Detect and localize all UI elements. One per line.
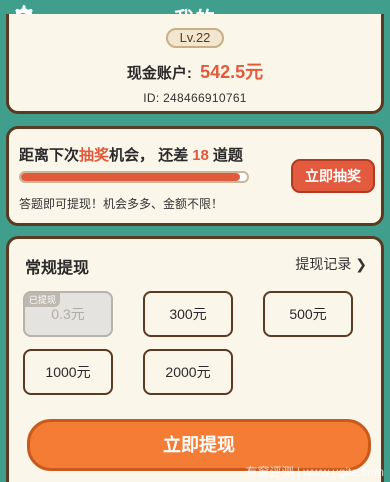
lottery-progress-fill <box>21 173 241 181</box>
lottery-hint: 答题即可提现！机会多多、金额不限！ <box>19 197 224 211</box>
withdraw-option-label: 300元 <box>169 306 207 322</box>
withdraw-option-4[interactable]: 2000元 <box>143 349 233 395</box>
withdraw-option-label: 0.3元 <box>51 306 85 322</box>
withdraw-record-label: 提现记录 <box>295 256 352 272</box>
withdraw-card: 常规提现 提现记录 ❯ 已提现 0.3元 300元 500元 1000元 200… <box>6 236 384 482</box>
lottery-progress-bar <box>19 171 249 183</box>
withdraw-title: 常规提现 <box>25 260 90 277</box>
lottery-button[interactable]: 立即抽奖 <box>291 159 375 193</box>
withdrawn-tag: 已提现 <box>25 293 61 307</box>
balance-label: 现金账户: <box>126 65 192 82</box>
lottery-text-mid: 机会， 还差 <box>109 147 189 164</box>
user-id: ID: 248466910761 <box>143 91 247 105</box>
watermark: 有窗评测 | www.ugite.com <box>245 465 384 479</box>
chevron-right-icon: ❯ <box>351 256 367 272</box>
withdraw-option-1[interactable]: 300元 <box>143 291 233 337</box>
lottery-progress-text: 距离下次抽奖机会， 还差 18 道题 <box>19 144 243 165</box>
lottery-text-highlight: 抽奖 <box>79 147 110 164</box>
lottery-text-post: 道题 <box>212 147 243 164</box>
withdraw-option-0[interactable]: 已提现 0.3元 <box>23 291 113 337</box>
withdraw-option-label: 1000元 <box>45 364 91 380</box>
withdraw-record-link[interactable]: 提现记录 ❯ <box>295 254 367 274</box>
withdraw-option-3[interactable]: 1000元 <box>23 349 113 395</box>
level-badge: Lv.22 <box>166 28 224 48</box>
lottery-remaining-count: 18 <box>192 147 209 164</box>
withdraw-option-label: 500元 <box>289 306 327 322</box>
balance-amount: 542.5元 <box>200 62 264 82</box>
balance-row: 现金账户: 542.5元 <box>0 58 390 84</box>
lottery-card: 距离下次抽奖机会， 还差 18 道题 答题即可提现！机会多多、金额不限！ 立即抽奖 <box>6 126 384 226</box>
withdraw-option-2[interactable]: 500元 <box>263 291 353 337</box>
lottery-text-pre: 距离下次 <box>19 147 80 164</box>
withdraw-option-label: 2000元 <box>165 364 211 380</box>
